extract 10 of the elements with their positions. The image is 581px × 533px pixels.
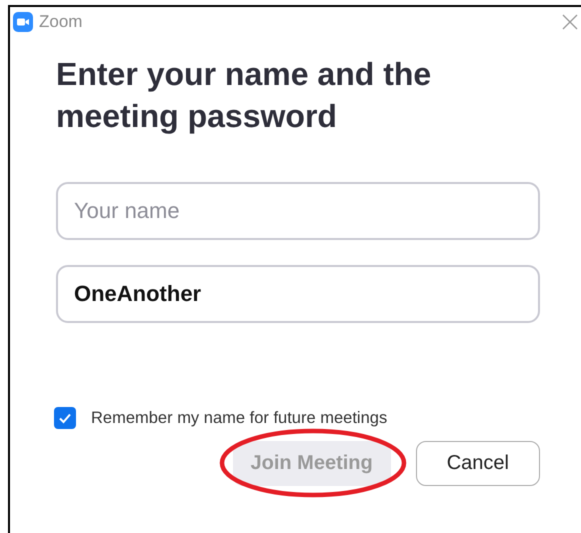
input-field[interactable]: OneAnother <box>56 265 540 323</box>
close-icon[interactable] <box>562 14 578 30</box>
input-field[interactable]: Your name <box>56 182 540 240</box>
checkbox-label: Remember my name for future meetings <box>91 408 388 428</box>
check-icon <box>58 411 72 425</box>
checkbox[interactable] <box>54 407 76 429</box>
app-logo-icon <box>13 12 33 32</box>
cancel-button[interactable]: Cancel <box>416 441 540 486</box>
dialog-heading: Enter your name and the meeting password <box>56 55 432 136</box>
window-title: Zoom <box>39 12 84 32</box>
